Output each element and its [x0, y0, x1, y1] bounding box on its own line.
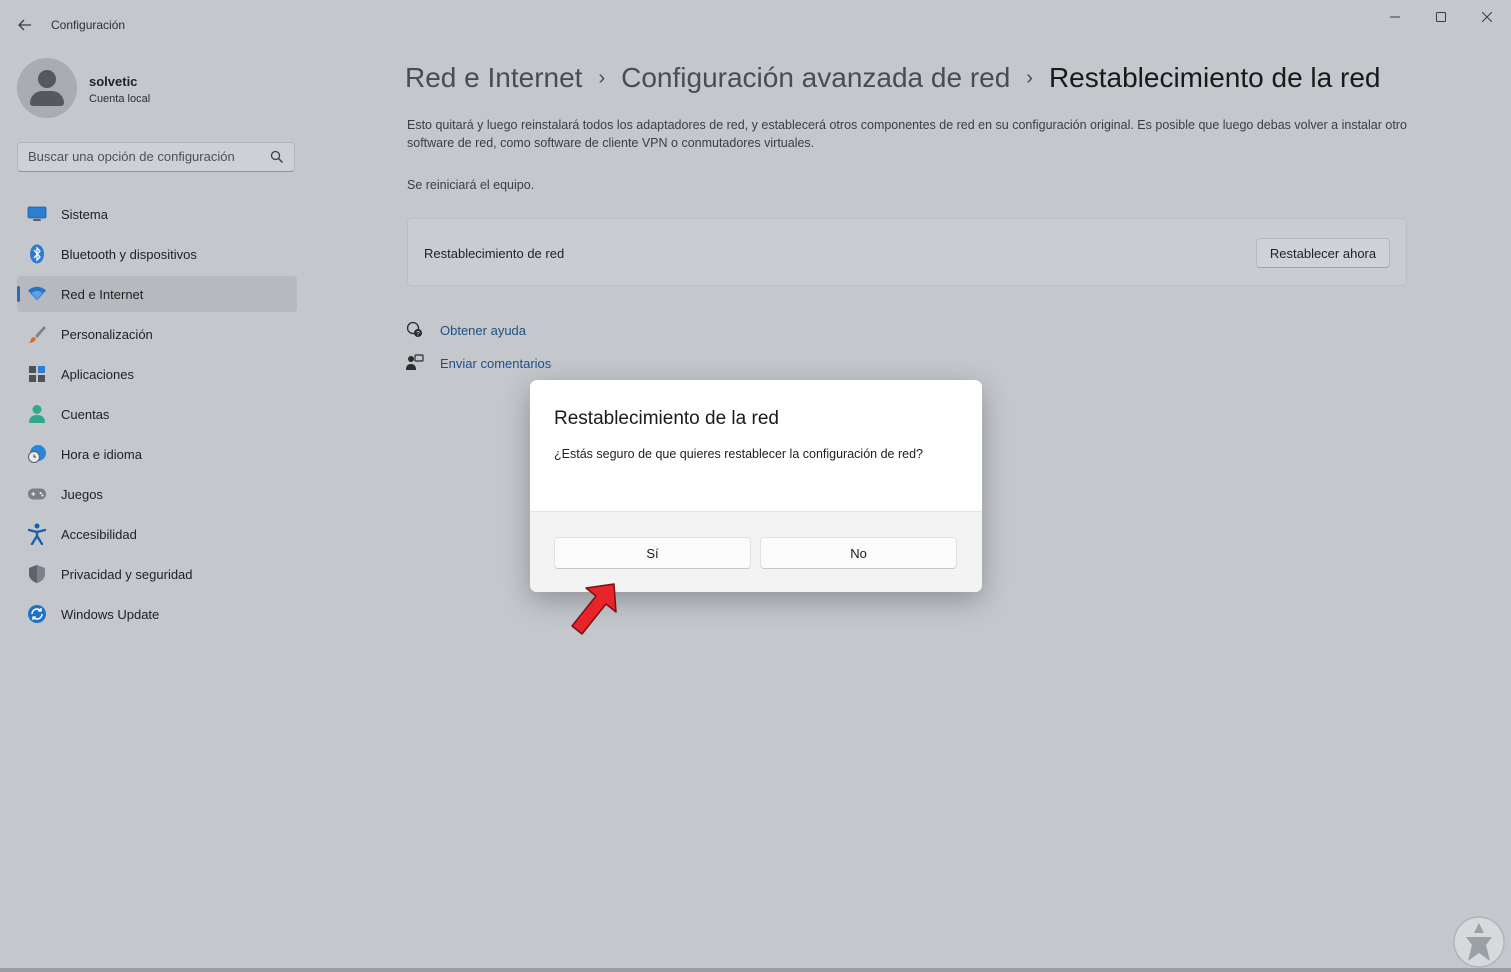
- monitor-icon: [27, 205, 47, 223]
- brush-icon: [27, 325, 47, 343]
- no-button[interactable]: No: [760, 537, 957, 569]
- sidebar-item-personalizacion[interactable]: Personalización: [17, 316, 297, 352]
- help-icon: ?: [405, 320, 425, 340]
- sidebar-item-label: Windows Update: [61, 607, 160, 622]
- sidebar-item-label: Cuentas: [61, 407, 110, 422]
- account-type: Cuenta local: [89, 93, 151, 105]
- taskbar-edge: [0, 968, 1511, 972]
- card-label: Restablecimiento de red: [424, 246, 565, 261]
- search-icon[interactable]: [270, 150, 284, 164]
- back-button[interactable]: [12, 12, 38, 38]
- user-name: solvetic: [89, 74, 138, 89]
- yes-button[interactable]: Sí: [554, 537, 751, 569]
- feedback-link[interactable]: Enviar comentarios: [440, 356, 551, 371]
- red-arrow-annotation: [571, 583, 617, 635]
- active-indicator: [17, 286, 20, 302]
- sidebar-item-sistema[interactable]: Sistema: [17, 196, 297, 232]
- dialog-title: Restablecimiento de la red: [554, 408, 779, 429]
- sidebar-item-label: Accesibilidad: [61, 527, 137, 542]
- sidebar-item-label: Hora e idioma: [61, 447, 142, 462]
- reset-now-button[interactable]: Restablecer ahora: [1256, 238, 1390, 268]
- breadcrumb-item-configuracion-avanzada[interactable]: Configuración avanzada de red: [621, 62, 1010, 94]
- sidebar-item-windows-update[interactable]: Windows Update: [17, 596, 297, 632]
- sidebar-nav: Sistema Bluetooth y dispositivos Red e I…: [17, 196, 297, 636]
- dialog-message: ¿Estás seguro de que quieres restablecer…: [554, 447, 923, 461]
- accessibility-icon: [27, 523, 47, 545]
- close-icon: [1482, 12, 1492, 22]
- solvetic-logo-icon: [1453, 916, 1505, 968]
- chevron-right-icon: ›: [598, 66, 606, 89]
- back-arrow-icon: [18, 19, 31, 31]
- network-reset-dialog: Restablecimiento de la red ¿Estás seguro…: [530, 380, 982, 592]
- search-input[interactable]: [28, 149, 258, 164]
- maximize-button[interactable]: [1418, 6, 1464, 28]
- feedback-link-row[interactable]: Enviar comentarios: [405, 352, 551, 374]
- gamepad-icon: [27, 485, 47, 503]
- sidebar-item-cuentas[interactable]: Cuentas: [17, 396, 297, 432]
- sidebar-item-label: Personalización: [61, 327, 153, 342]
- sidebar-item-red-internet[interactable]: Red e Internet: [17, 276, 297, 312]
- help-link[interactable]: Obtener ayuda: [440, 323, 526, 338]
- update-icon: [27, 605, 47, 623]
- maximize-icon: [1436, 12, 1446, 22]
- person-icon: [27, 405, 47, 423]
- sidebar-item-accesibilidad[interactable]: Accesibilidad: [17, 516, 297, 552]
- minimize-icon: [1390, 16, 1400, 18]
- sidebar-item-label: Bluetooth y dispositivos: [61, 247, 197, 262]
- restart-note: Se reiniciará el equipo.: [407, 178, 535, 192]
- apps-icon: [27, 365, 47, 383]
- sidebar-item-privacidad[interactable]: Privacidad y seguridad: [17, 556, 297, 592]
- sidebar-item-label: Juegos: [61, 487, 103, 502]
- shield-icon: [27, 565, 47, 583]
- breadcrumb-item-red-internet[interactable]: Red e Internet: [405, 62, 582, 94]
- breadcrumb: Red e Internet › Configuración avanzada …: [405, 58, 1380, 98]
- sidebar-item-label: Red e Internet: [61, 287, 144, 302]
- network-reset-card: Restablecimiento de red Restablecer ahor…: [407, 218, 1407, 286]
- sidebar-item-hora-idioma[interactable]: Hora e idioma: [17, 436, 297, 472]
- sidebar-item-aplicaciones[interactable]: Aplicaciones: [17, 356, 297, 392]
- wifi-icon: [27, 285, 47, 303]
- sidebar-item-label: Privacidad y seguridad: [61, 567, 193, 582]
- page-title: Restablecimiento de la red: [1048, 62, 1381, 93]
- sidebar-item-label: Sistema: [61, 207, 108, 222]
- minimize-button[interactable]: [1372, 6, 1418, 28]
- sidebar-item-bluetooth[interactable]: Bluetooth y dispositivos: [17, 236, 297, 272]
- settings-window: Configuración solvetic Cuenta local Sist…: [0, 0, 1511, 972]
- app-title: Configuración: [51, 18, 126, 32]
- close-button[interactable]: [1464, 6, 1510, 28]
- reset-description: Esto quitará y luego reinstalará todos l…: [407, 118, 1407, 150]
- globe-clock-icon: [27, 445, 47, 463]
- sidebar-item-juegos[interactable]: Juegos: [17, 476, 297, 512]
- sidebar-item-label: Aplicaciones: [61, 367, 134, 382]
- help-link-row[interactable]: ? Obtener ayuda: [405, 319, 526, 341]
- chevron-right-icon: ›: [1026, 66, 1033, 89]
- feedback-icon: [405, 353, 425, 373]
- title-bar: Configuración: [0, 0, 1511, 50]
- search-box[interactable]: [17, 142, 295, 172]
- bluetooth-icon: [27, 244, 47, 264]
- avatar: [17, 58, 77, 118]
